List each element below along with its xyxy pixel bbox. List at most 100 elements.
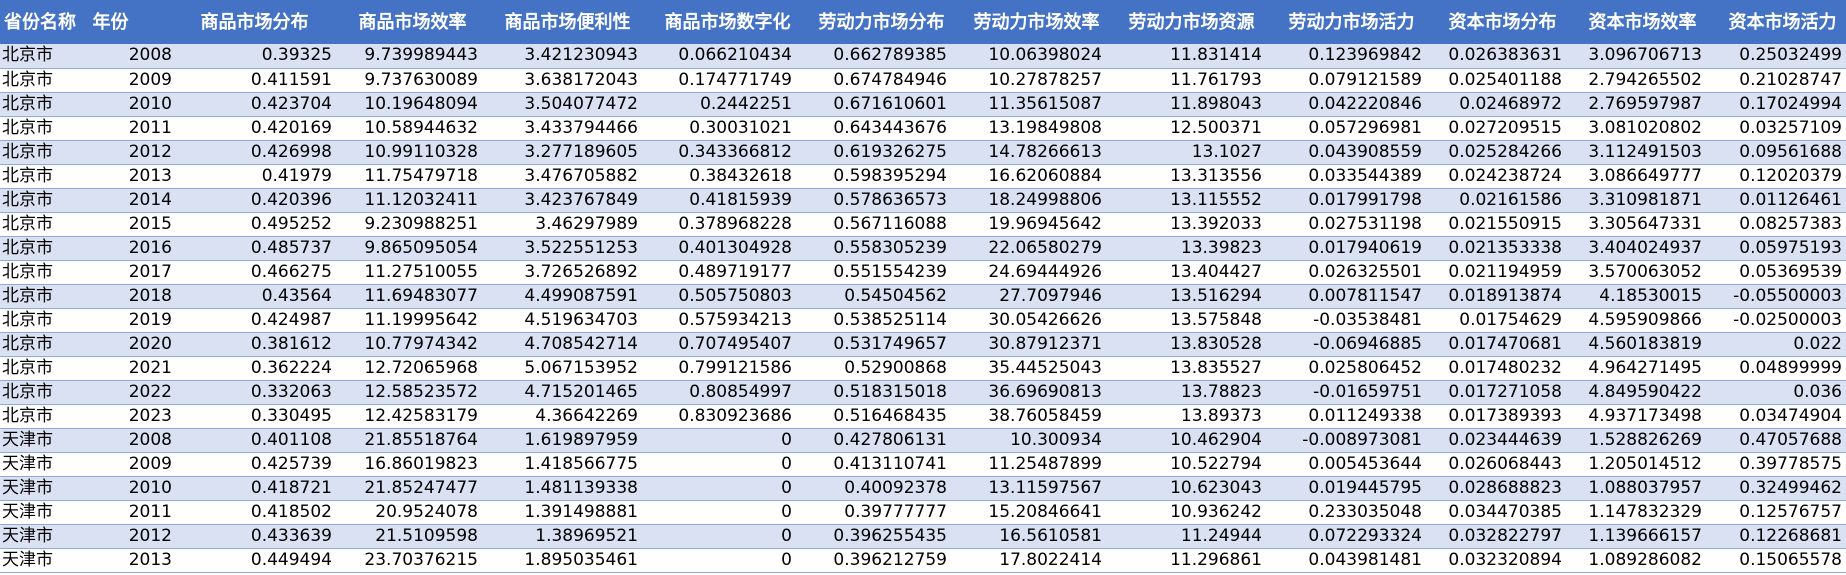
value-cell[interactable]: 0.018913874 bbox=[1426, 284, 1566, 309]
value-cell[interactable]: 0.017271058 bbox=[1426, 380, 1566, 405]
value-cell[interactable]: 13.835527 bbox=[1106, 356, 1266, 381]
value-cell[interactable]: 11.761793 bbox=[1106, 68, 1266, 93]
value-cell[interactable]: 4.937173498 bbox=[1566, 404, 1706, 429]
province-cell[interactable]: 北京市 bbox=[0, 164, 88, 189]
value-cell[interactable]: 0.426998 bbox=[176, 140, 336, 165]
value-cell[interactable]: 21.5109598 bbox=[336, 524, 482, 549]
value-cell[interactable]: 10.27878257 bbox=[951, 68, 1106, 93]
value-cell[interactable]: 3.086649777 bbox=[1566, 164, 1706, 189]
value-cell[interactable]: 4.715201465 bbox=[482, 380, 642, 405]
value-cell[interactable]: 13.392033 bbox=[1106, 212, 1266, 237]
value-cell[interactable]: 10.99110328 bbox=[336, 140, 482, 165]
value-cell[interactable]: 0.036 bbox=[1706, 380, 1846, 405]
value-cell[interactable]: 0.619326275 bbox=[796, 140, 951, 165]
year-cell[interactable]: 2022 bbox=[88, 380, 176, 405]
value-cell[interactable]: 11.898043 bbox=[1106, 92, 1266, 117]
value-cell[interactable]: 0.05975193 bbox=[1706, 236, 1846, 261]
value-cell[interactable]: 0.551554239 bbox=[796, 260, 951, 285]
value-cell[interactable]: 0.08257383 bbox=[1706, 212, 1846, 237]
value-cell[interactable]: 0.01754629 bbox=[1426, 308, 1566, 333]
value-cell[interactable]: 0.072293324 bbox=[1266, 524, 1426, 549]
value-cell[interactable]: 10.19648094 bbox=[336, 92, 482, 117]
value-cell[interactable]: 0.017480232 bbox=[1426, 356, 1566, 381]
value-cell[interactable]: 16.62060884 bbox=[951, 164, 1106, 189]
value-cell[interactable]: 3.404024937 bbox=[1566, 236, 1706, 261]
value-cell[interactable]: 0.09561688 bbox=[1706, 140, 1846, 165]
value-cell[interactable]: 0.662789385 bbox=[796, 44, 951, 69]
value-cell[interactable]: 0.007811547 bbox=[1266, 284, 1426, 309]
value-cell[interactable]: 0.026383631 bbox=[1426, 44, 1566, 69]
value-cell[interactable]: 0.233035048 bbox=[1266, 500, 1426, 525]
value-cell[interactable]: 9.230988251 bbox=[336, 212, 482, 237]
value-cell[interactable]: 3.570063052 bbox=[1566, 260, 1706, 285]
value-cell[interactable]: 13.404427 bbox=[1106, 260, 1266, 285]
value-cell[interactable]: 13.89373 bbox=[1106, 404, 1266, 429]
value-cell[interactable]: 3.476705882 bbox=[482, 164, 642, 189]
value-cell[interactable]: 2.769597987 bbox=[1566, 92, 1706, 117]
year-cell[interactable]: 2015 bbox=[88, 212, 176, 237]
province-cell[interactable]: 天津市 bbox=[0, 500, 88, 525]
value-cell[interactable]: 0.413110741 bbox=[796, 452, 951, 477]
value-cell[interactable]: 0.12020379 bbox=[1706, 164, 1846, 189]
value-cell[interactable]: 0.025401188 bbox=[1426, 68, 1566, 93]
value-cell[interactable]: 0.378968228 bbox=[642, 212, 796, 237]
value-cell[interactable]: 0.433639 bbox=[176, 524, 336, 549]
value-cell[interactable]: 4.18530015 bbox=[1566, 284, 1706, 309]
value-cell[interactable]: 0 bbox=[642, 476, 796, 501]
province-cell[interactable]: 天津市 bbox=[0, 476, 88, 501]
value-cell[interactable]: 12.58523572 bbox=[336, 380, 482, 405]
value-cell[interactable]: 3.504077472 bbox=[482, 92, 642, 117]
year-cell[interactable]: 2016 bbox=[88, 236, 176, 261]
province-cell[interactable]: 北京市 bbox=[0, 308, 88, 333]
value-cell[interactable]: 0.427806131 bbox=[796, 428, 951, 453]
value-cell[interactable]: 3.305647331 bbox=[1566, 212, 1706, 237]
value-cell[interactable]: 16.86019823 bbox=[336, 452, 482, 477]
value-cell[interactable]: 4.560183819 bbox=[1566, 332, 1706, 357]
value-cell[interactable]: 0.396255435 bbox=[796, 524, 951, 549]
value-cell[interactable]: 1.147832329 bbox=[1566, 500, 1706, 525]
value-cell[interactable]: 0.026325501 bbox=[1266, 260, 1426, 285]
year-cell[interactable]: 2017 bbox=[88, 260, 176, 285]
value-cell[interactable]: 0.424987 bbox=[176, 308, 336, 333]
value-cell[interactable]: -0.008973081 bbox=[1266, 428, 1426, 453]
value-cell[interactable]: 11.296861 bbox=[1106, 548, 1266, 573]
value-cell[interactable]: 3.726526892 bbox=[482, 260, 642, 285]
value-cell[interactable]: 10.300934 bbox=[951, 428, 1106, 453]
year-cell[interactable]: 2010 bbox=[88, 476, 176, 501]
column-header[interactable]: 资本市场分布 bbox=[1426, 0, 1567, 44]
value-cell[interactable]: 10.623043 bbox=[1106, 476, 1266, 501]
value-cell[interactable]: 0.12576757 bbox=[1706, 500, 1846, 525]
value-cell[interactable]: 0.485737 bbox=[176, 236, 336, 261]
value-cell[interactable]: 0.017470681 bbox=[1426, 332, 1566, 357]
value-cell[interactable]: 13.11597567 bbox=[951, 476, 1106, 501]
value-cell[interactable]: 30.05426626 bbox=[951, 308, 1106, 333]
value-cell[interactable]: 4.499087591 bbox=[482, 284, 642, 309]
value-cell[interactable]: 13.19849808 bbox=[951, 116, 1106, 141]
value-cell[interactable]: 9.737630089 bbox=[336, 68, 482, 93]
value-cell[interactable]: 0.021550915 bbox=[1426, 212, 1566, 237]
value-cell[interactable]: 18.24998806 bbox=[951, 188, 1106, 213]
value-cell[interactable]: 4.708542714 bbox=[482, 332, 642, 357]
value-cell[interactable]: 0.15065578 bbox=[1706, 548, 1846, 573]
value-cell[interactable]: 0.019445795 bbox=[1266, 476, 1426, 501]
province-cell[interactable]: 天津市 bbox=[0, 548, 88, 573]
value-cell[interactable]: 0.011249338 bbox=[1266, 404, 1426, 429]
value-cell[interactable]: 0.027209515 bbox=[1426, 116, 1566, 141]
value-cell[interactable]: 0.39777777 bbox=[796, 500, 951, 525]
value-cell[interactable]: 0.017940619 bbox=[1266, 236, 1426, 261]
value-cell[interactable]: 4.36642269 bbox=[482, 404, 642, 429]
value-cell[interactable]: 11.19995642 bbox=[336, 308, 482, 333]
province-cell[interactable]: 北京市 bbox=[0, 92, 88, 117]
value-cell[interactable]: 1.089286082 bbox=[1566, 548, 1706, 573]
province-cell[interactable]: 北京市 bbox=[0, 380, 88, 405]
value-cell[interactable]: 0.330495 bbox=[176, 404, 336, 429]
value-cell[interactable]: 4.519634703 bbox=[482, 308, 642, 333]
value-cell[interactable]: 0.418721 bbox=[176, 476, 336, 501]
value-cell[interactable]: 11.35615087 bbox=[951, 92, 1106, 117]
value-cell[interactable]: 0.495252 bbox=[176, 212, 336, 237]
province-cell[interactable]: 天津市 bbox=[0, 524, 88, 549]
value-cell[interactable]: 0.026068443 bbox=[1426, 452, 1566, 477]
value-cell[interactable]: 0.17024994 bbox=[1706, 92, 1846, 117]
value-cell[interactable]: 0 bbox=[642, 500, 796, 525]
value-cell[interactable]: 0.057296981 bbox=[1266, 116, 1426, 141]
